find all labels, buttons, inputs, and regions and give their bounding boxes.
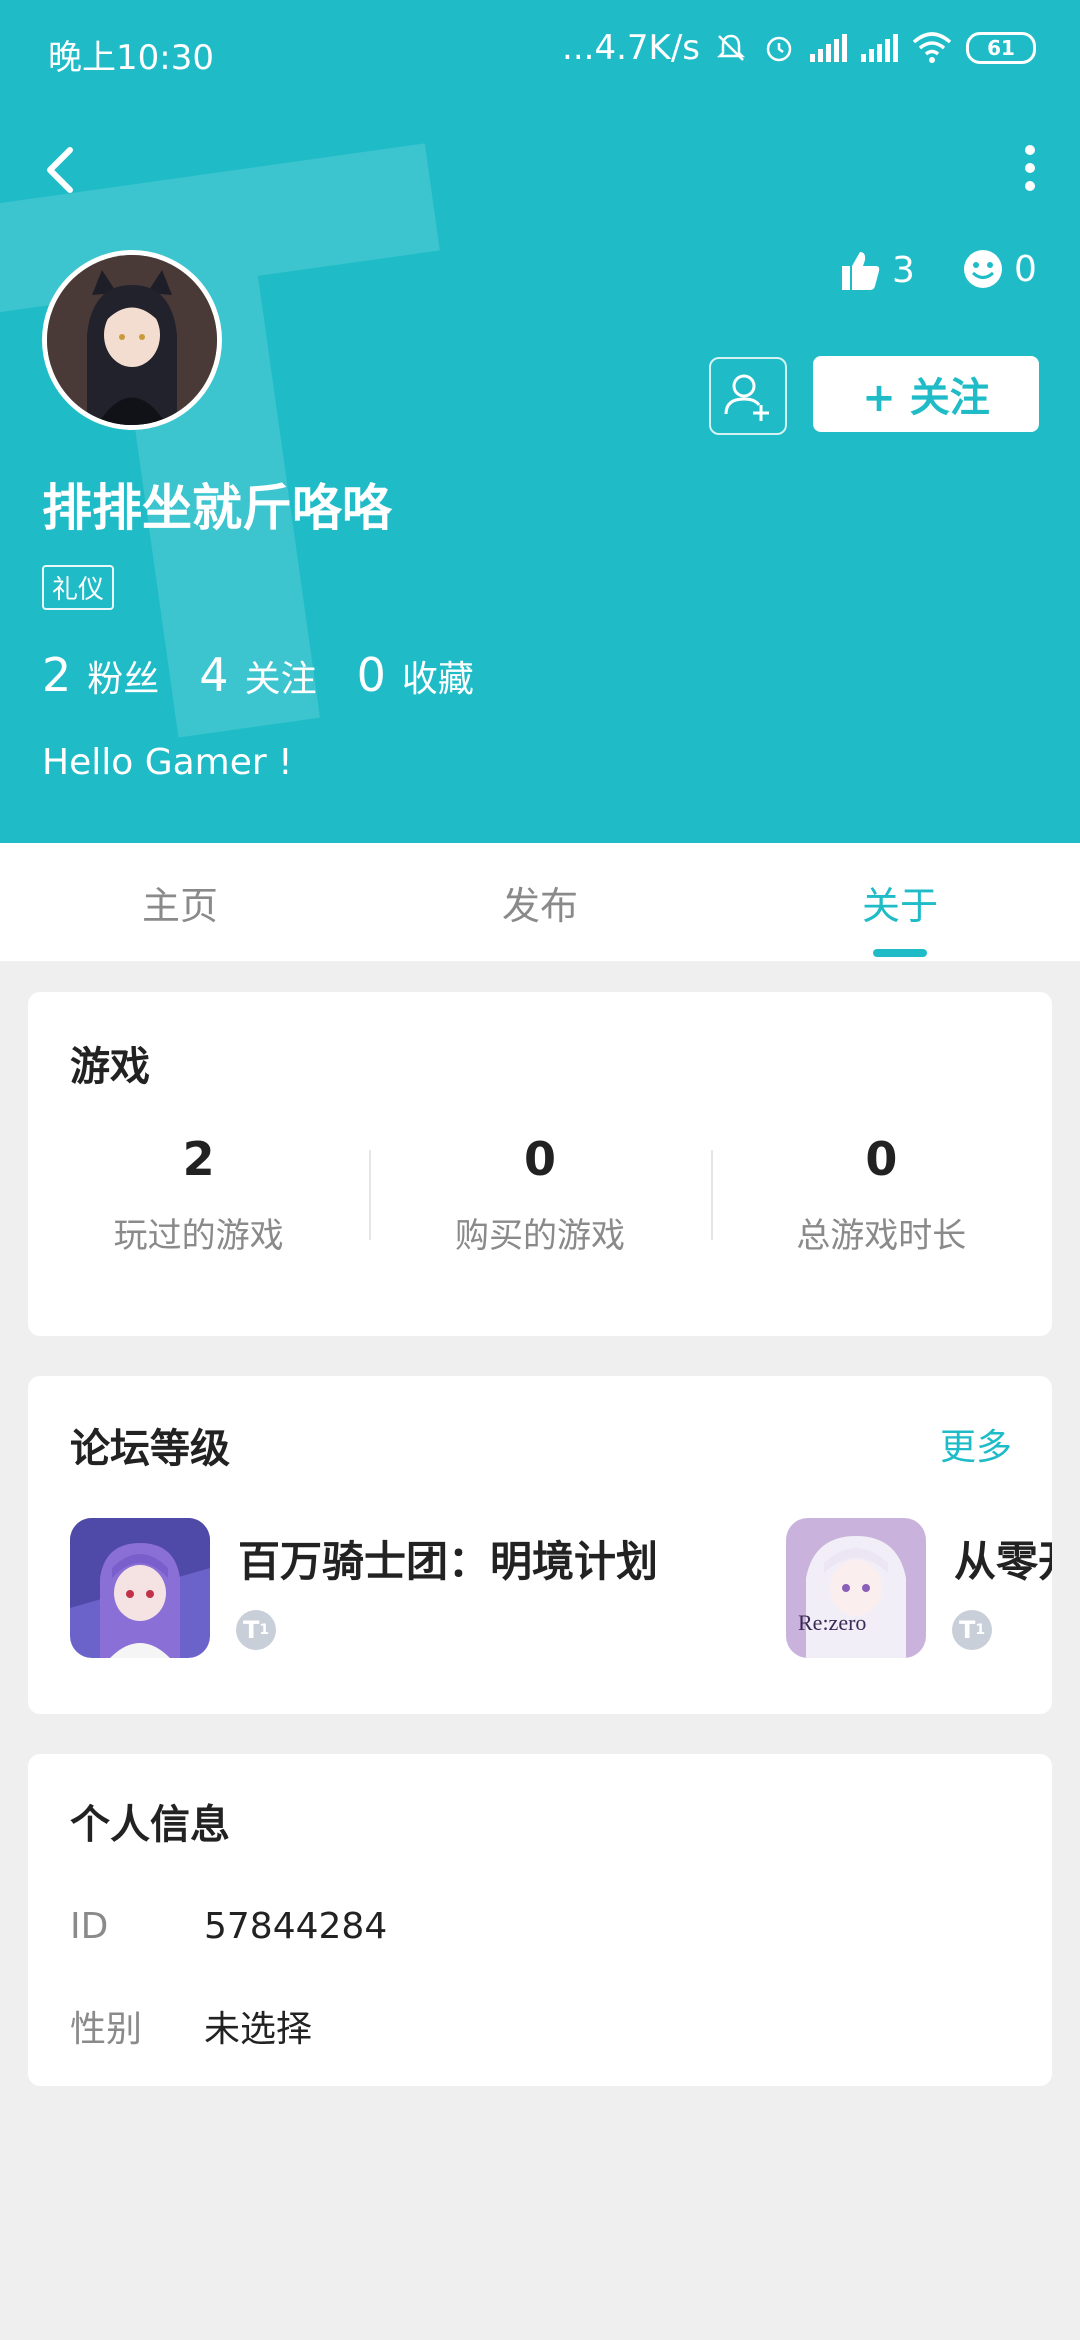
personal-info-card: 个人信息 ID 57844284 性别 未选择 [28, 1754, 1052, 2086]
info-row-id: ID 57844284 [70, 1906, 388, 1947]
profile-tabs: 主页 发布 关于 [0, 843, 1080, 961]
signal-icon-2 [861, 34, 898, 62]
game-icon: Re:zero [786, 1518, 926, 1658]
add-user-icon [724, 374, 769, 421]
mute-bell-icon [716, 34, 746, 61]
following-count[interactable]: 4 关注 [199, 648, 316, 702]
add-friend-button[interactable] [709, 357, 787, 435]
smiles-count: 0 [1014, 248, 1037, 290]
playtime-stat[interactable]: 0 总游戏时长 [710, 1132, 1052, 1257]
forum-level-card: 论坛等级 更多 百万骑士团：明境计划 T1 Re:zero 从零 T 1 [28, 1376, 1052, 1714]
tab-home[interactable]: 主页 [0, 843, 360, 961]
more-link[interactable]: 更多 [940, 1418, 1012, 1470]
battery-icon: 61 [966, 32, 1036, 64]
avatar[interactable] [42, 250, 222, 430]
level-badge: T1 [952, 1610, 992, 1650]
alarm-icon [766, 36, 792, 62]
games-stats: 2 玩过的游戏 0 购买的游戏 0 总游戏时长 [28, 1132, 1052, 1257]
game-title: 百万骑士团：明境计划 [238, 1537, 659, 1586]
thumbs-up-icon [842, 252, 880, 290]
smiles-stat[interactable]: 0 [962, 248, 1037, 290]
profile-tag[interactable]: 礼仪 [42, 565, 115, 610]
fans-count[interactable]: 2 粉丝 [42, 648, 159, 702]
favorites-count[interactable]: 0 收藏 [357, 648, 474, 702]
info-row-gender: 性别 未选择 [70, 2009, 313, 2050]
forum-card-title: 论坛等级 [70, 1426, 230, 1472]
status-icons: ...4.7K/s 61 [562, 28, 1036, 68]
back-arrow-icon[interactable] [40, 140, 80, 200]
profile-counts: 2 粉丝 4 关注 0 收藏 [42, 648, 474, 702]
profile-header: T 晚上10:30 ...4.7K/s 61 3 0 + 关注 排排坐就斤咯咯 … [0, 0, 1080, 843]
profile-name: 排排坐就斤咯咯 [42, 479, 392, 537]
info-card-title: 个人信息 [70, 1802, 230, 1848]
likes-count: 3 [892, 249, 915, 291]
smile-icon [964, 250, 1002, 288]
purchased-games-stat[interactable]: 0 购买的游戏 [369, 1132, 710, 1257]
game-title: 从零开 [954, 1537, 1052, 1586]
status-time: 晚上10:30 [48, 38, 214, 78]
forum-game-item[interactable]: 百万骑士团：明境计划 T1 [70, 1518, 658, 1658]
likes-stat[interactable]: 3 [838, 248, 915, 292]
signal-icon [810, 34, 847, 62]
follow-button[interactable]: + 关注 [813, 356, 1039, 432]
wifi-icon [912, 32, 952, 63]
profile-bio: Hello Gamer ! [42, 742, 293, 783]
played-games-stat[interactable]: 2 玩过的游戏 [28, 1132, 369, 1257]
svg-text:Re:zero: Re:zero [798, 1610, 866, 1635]
tab-posts[interactable]: 发布 [360, 843, 720, 961]
net-speed: ...4.7K/s [562, 28, 700, 68]
games-card: 游戏 2 玩过的游戏 0 购买的游戏 0 总游戏时长 [28, 992, 1052, 1336]
status-bar: 晚上10:30 ...4.7K/s 61 [0, 0, 1080, 100]
games-card-title: 游戏 [70, 1044, 150, 1090]
level-badge: T1 [236, 1610, 276, 1650]
more-menu-icon[interactable] [1020, 145, 1040, 205]
forum-game-item-2[interactable]: Re:zero 从零开 T1 [786, 1518, 1052, 1658]
tab-about[interactable]: 关于 [720, 843, 1080, 961]
game-icon [70, 1518, 210, 1658]
